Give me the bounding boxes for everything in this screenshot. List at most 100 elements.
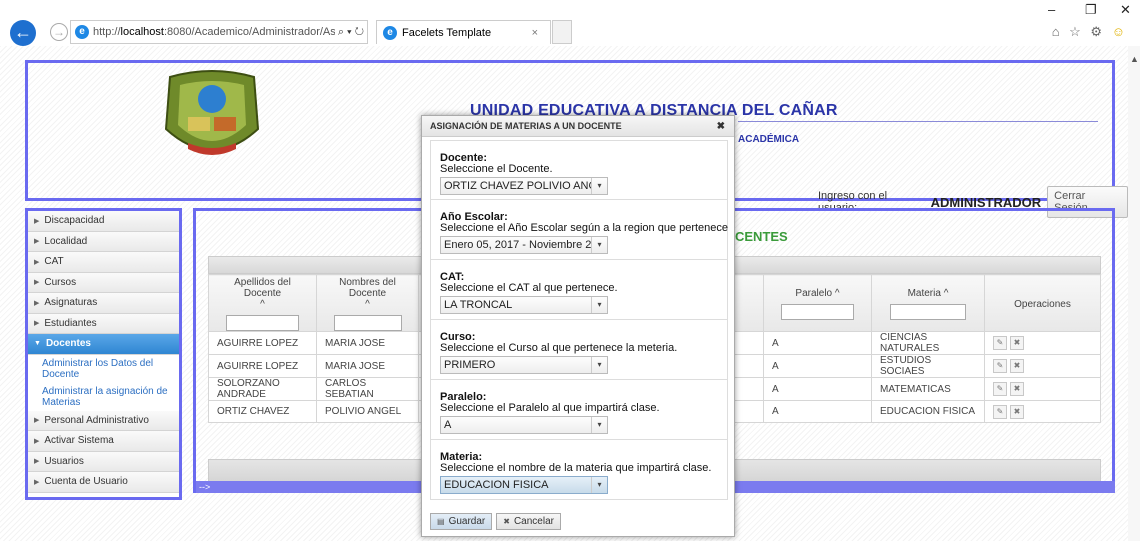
cell-paralelo: A	[763, 377, 872, 401]
chevron-right-icon: ▶	[34, 299, 40, 307]
column-label: Paralelo ^	[795, 288, 840, 299]
cell-apellidos: AGUIRRE LOPEZ	[208, 354, 317, 378]
chevron-down-icon[interactable]: ▾	[591, 297, 607, 313]
select-value: PRIMERO	[444, 359, 496, 371]
section-title: CENTES	[735, 229, 788, 244]
cell-nombres: POLIVIO ANGEL	[316, 400, 419, 423]
back-button[interactable]: ←	[10, 20, 36, 46]
chevron-down-icon[interactable]: ▾	[591, 178, 607, 194]
sidebar-item-label: Activar Sistema	[44, 435, 114, 447]
forward-button[interactable]: →	[50, 23, 68, 41]
column-header-materia[interactable]: Materia ^	[871, 274, 985, 332]
cat-select[interactable]: LA TRONCAL ▾	[440, 296, 608, 314]
edit-icon[interactable]: ✎	[993, 382, 1007, 396]
sidebar-item-usuarios[interactable]: ▶ Usuarios	[28, 451, 179, 472]
curso-select[interactable]: PRIMERO ▾	[440, 356, 608, 374]
sidebar-item-cursos[interactable]: ▶ Cursos	[28, 272, 179, 293]
sidebar-item-activar-sistema[interactable]: ▶ Activar Sistema	[28, 431, 179, 452]
sidebar-item-cuenta-de-usuario[interactable]: ▶ Cuenta de Usuario	[28, 472, 179, 493]
cell-paralelo: A	[763, 331, 872, 355]
minimize-icon[interactable]: –	[1048, 2, 1055, 17]
filter-input-materia[interactable]	[889, 304, 967, 320]
anio-escolar-select[interactable]: Enero 05, 2017 - Noviembre 22, 2017▾	[440, 236, 608, 254]
field-materia: Materia: Seleccione el nombre de la mate…	[430, 440, 728, 500]
sidebar-item-personal-administrativo[interactable]: ▶ Personal Administrativo	[28, 410, 179, 431]
sidebar-item-label: Estudiantes	[44, 317, 97, 329]
sidebar-item-label: Discapacidad	[44, 215, 105, 227]
home-star-gear-icon[interactable]: ⌂ ☆ ⚙	[1052, 24, 1105, 39]
edit-icon[interactable]: ✎	[993, 359, 1007, 373]
browser-tab[interactable]: e Facelets Template ×	[376, 20, 551, 44]
header-divider	[738, 121, 1098, 122]
url-prefix: http://	[93, 26, 121, 38]
sidebar-item-docentes[interactable]: ▼ Docentes	[28, 334, 179, 355]
select-value: ORTIZ CHAVEZ POLIVIO ANGEL	[444, 180, 592, 192]
sidebar-item-discapacidad[interactable]: ▶ Discapacidad	[28, 211, 179, 232]
save-button[interactable]: ▤ Guardar	[430, 513, 493, 530]
edit-icon[interactable]: ✎	[993, 336, 1007, 350]
address-url[interactable]: http://localhost:8080/Academico/Administ…	[93, 26, 335, 38]
chevron-down-icon[interactable]: ▾	[591, 237, 607, 253]
close-window-icon[interactable]: ✕	[1120, 2, 1131, 18]
sidebar-item-asignaturas[interactable]: ▶ Asignaturas	[28, 293, 179, 314]
cancel-icon: ✖	[503, 517, 510, 526]
filter-input-paralelo[interactable]	[781, 304, 854, 320]
page-scrollbar[interactable]: ▲	[1128, 46, 1140, 541]
restore-icon[interactable]: ❐	[1085, 2, 1097, 18]
cell-operaciones: ✎ ✖	[984, 331, 1101, 355]
filter-input-apellidos[interactable]	[226, 315, 299, 331]
save-label: Guardar	[448, 516, 486, 527]
save-icon: ▤	[437, 517, 445, 526]
sidebar-item-localidad[interactable]: ▶ Localidad	[28, 231, 179, 252]
cancel-button[interactable]: ✖ Cancelar	[496, 513, 561, 530]
submenu-link-asignacion-materias[interactable]: Administrar la asignación de Materias	[28, 383, 179, 411]
cell-materia: MATEMATICAS	[871, 377, 985, 401]
sidebar-item-label: Cursos	[44, 276, 77, 288]
cell-operaciones: ✎ ✖	[984, 377, 1101, 401]
field-curso: Curso: Seleccione el Curso al que perten…	[430, 320, 728, 380]
sidebar-item-estudiantes[interactable]: ▶ Estudiantes	[28, 313, 179, 334]
close-icon[interactable]: ✖	[717, 121, 725, 132]
edit-icon[interactable]: ✎	[993, 404, 1007, 419]
cell-operaciones: ✎ ✖	[984, 400, 1101, 423]
select-value: Enero 05, 2017 - Noviembre 22, 2017	[444, 239, 592, 251]
submenu-link-datos-docente[interactable]: Administrar los Datos del Docente	[28, 355, 179, 383]
delete-icon[interactable]: ✖	[1010, 336, 1024, 350]
column-header-paralelo[interactable]: Paralelo ^	[763, 274, 872, 332]
column-header-operaciones: Operaciones	[984, 274, 1101, 332]
address-bar[interactable]: e http://localhost:8080/Academico/Admini…	[70, 20, 368, 44]
field-hint: Seleccione el nombre de la materia que i…	[440, 462, 712, 474]
chevron-down-icon[interactable]: ▾	[591, 477, 607, 493]
dialog-title: ASIGNACIÓN DE MATERIAS A UN DOCENTE	[430, 121, 622, 131]
chevron-down-icon[interactable]: ▾	[591, 417, 607, 433]
column-header-nombres[interactable]: Nombres del Docente ^	[316, 274, 419, 332]
sidebar-item-cat[interactable]: ▶ CAT	[28, 252, 179, 273]
paralelo-select[interactable]: A ▾	[440, 416, 608, 434]
scroll-up-icon[interactable]: ▲	[1130, 54, 1139, 64]
delete-icon[interactable]: ✖	[1010, 404, 1024, 419]
cell-apellidos: ORTIZ CHAVEZ	[208, 400, 317, 423]
cell-nombres: MARIA JOSE	[316, 354, 419, 378]
field-hint: Seleccione el Docente.	[440, 163, 553, 175]
new-tab-button[interactable]	[552, 20, 572, 44]
cell-paralelo: A	[763, 400, 872, 423]
smiley-icon[interactable]: ☺	[1112, 24, 1128, 39]
tab-close-icon[interactable]: ×	[532, 27, 538, 39]
materia-select[interactable]: EDUCACION FISICA ▾	[440, 476, 608, 494]
chevron-right-icon: ▶	[34, 437, 40, 445]
sidebar-item-label: Asignaturas	[44, 297, 98, 309]
address-controls-icon[interactable]: ⌕ ▾ ↻	[338, 26, 364, 39]
cancel-label: Cancelar	[513, 516, 554, 527]
cell-nombres: MARIA JOSE	[316, 331, 419, 355]
tab-ie-icon: e	[383, 25, 397, 40]
sidebar-item-label: Docentes	[45, 338, 91, 350]
chevron-right-icon: ▶	[34, 238, 40, 246]
chevron-down-icon[interactable]: ▾	[591, 357, 607, 373]
column-header-apellidos[interactable]: Apellidos del Docente ^	[208, 274, 317, 332]
toolbar-icons[interactable]: ⌂ ☆ ⚙ ☺	[1052, 24, 1128, 40]
filter-input-nombres[interactable]	[333, 315, 402, 331]
docente-select[interactable]: ORTIZ CHAVEZ POLIVIO ANGEL▾	[440, 177, 608, 195]
column-label: Materia ^	[907, 288, 949, 299]
delete-icon[interactable]: ✖	[1010, 382, 1024, 396]
delete-icon[interactable]: ✖	[1010, 359, 1024, 373]
